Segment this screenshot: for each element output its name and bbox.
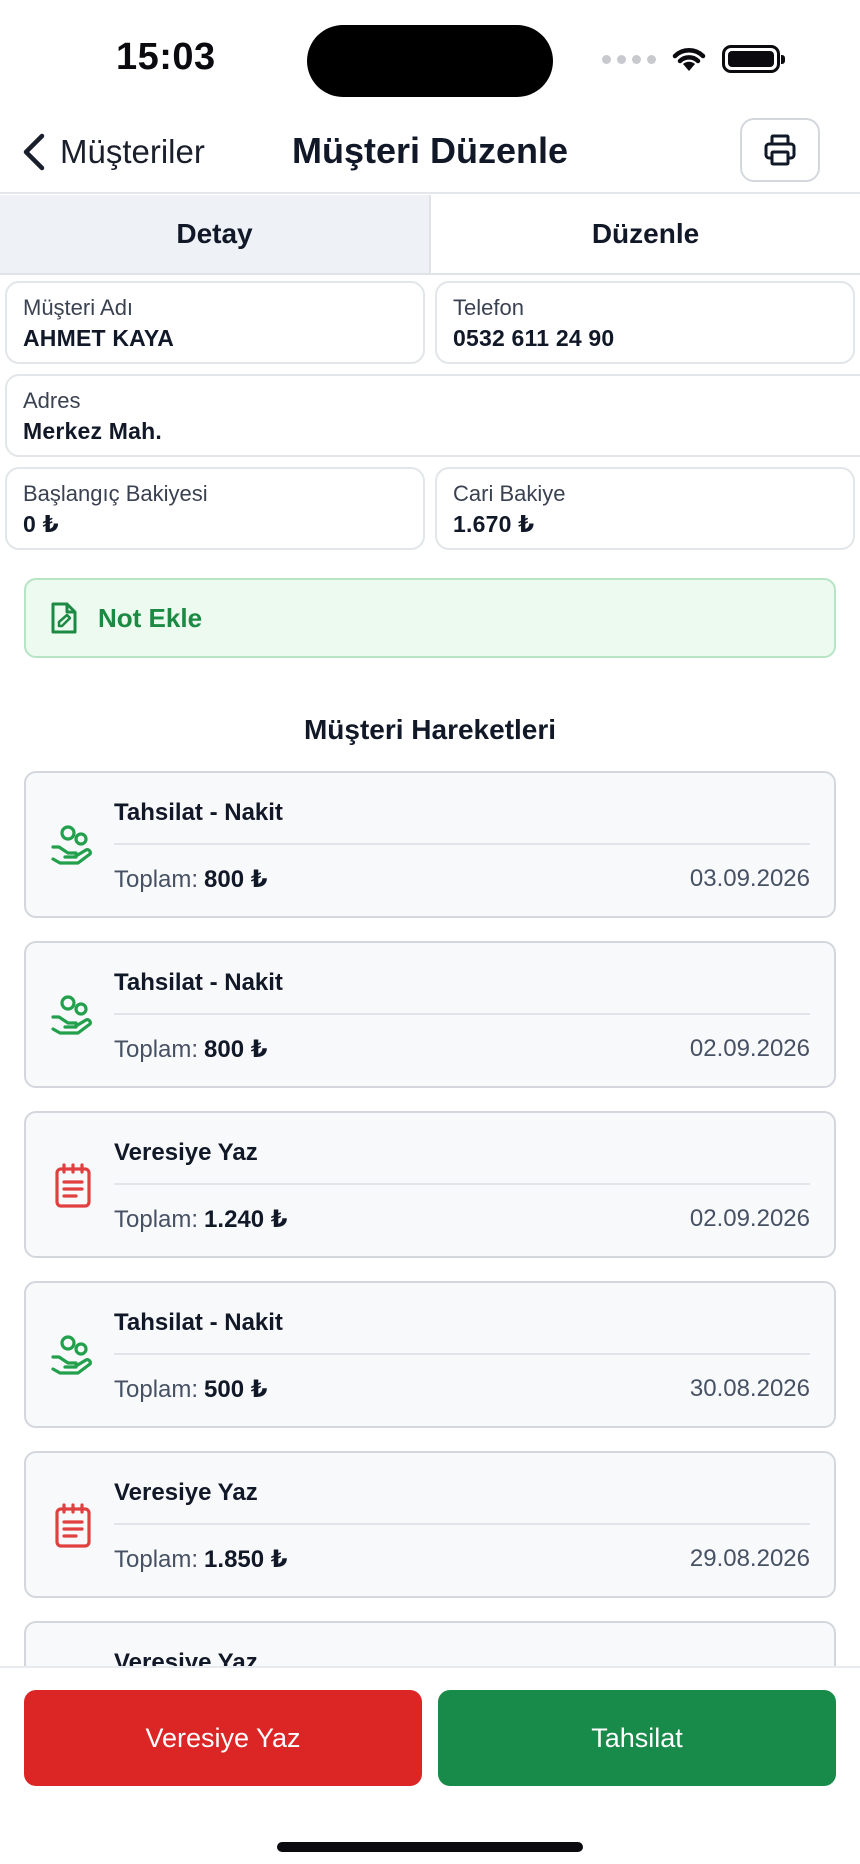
battery-icon — [722, 45, 785, 73]
add-credit-button[interactable]: Veresiye Yaz — [24, 1690, 422, 1786]
total-amount: 1.850 ₺ — [204, 1546, 288, 1573]
transaction-title: Veresiye Yaz — [114, 1649, 258, 1666]
phone-field: Telefon 0532 611 24 90 — [435, 281, 855, 364]
opening-balance-field: Başlangıç Bakiyesi 0 ₺ — [5, 467, 425, 550]
transaction-card[interactable]: Tahsilat - Nakit Toplam: 800 ₺ 02.09.2026 — [24, 941, 836, 1088]
total-label: Toplam: — [114, 866, 199, 893]
transaction-total: Toplam: 1.240 ₺ — [114, 1205, 287, 1234]
clipboard-list-icon — [50, 1503, 96, 1549]
transaction-card[interactable]: Tahsilat - Nakit Toplam: 800 ₺ 03.09.2026 — [24, 771, 836, 918]
transaction-date: 02.09.2026 — [689, 1205, 810, 1232]
total-amount: 800 ₺ — [204, 866, 268, 893]
total-amount: 800 ₺ — [204, 1036, 268, 1063]
total-label: Toplam: — [114, 1546, 199, 1573]
field-label: Müşteri Adı — [23, 295, 134, 320]
navigation-bar: Müşteriler Müşteri Düzenle — [0, 110, 860, 194]
add-note-button[interactable]: Not Ekle — [24, 578, 836, 658]
page-title: Müşteri Düzenle — [291, 130, 569, 171]
current-balance-value: 1.670 ₺ — [453, 511, 535, 537]
transaction-card[interactable]: Veresiye Yaz Toplam: 1.240 ₺ 02.09.2026 — [24, 1111, 836, 1258]
customer-name-value: AHMET KAYA — [23, 325, 175, 351]
divider — [114, 1013, 810, 1015]
transaction-card[interactable]: Veresiye Yaz — [24, 1621, 836, 1666]
payment-hand-icon — [50, 823, 96, 869]
transaction-date: 30.08.2026 — [689, 1375, 810, 1402]
divider — [114, 1353, 810, 1355]
transaction-card[interactable]: Veresiye Yaz Toplam: 1.850 ₺ 29.08.2026 — [24, 1451, 836, 1598]
field-label: Adres — [23, 388, 81, 413]
transaction-date: 02.09.2026 — [689, 1035, 810, 1062]
transaction-total: Toplam: 800 ₺ — [114, 865, 267, 894]
cellular-signal-icon — [602, 54, 656, 64]
transaction-title: Tahsilat - Nakit — [114, 799, 283, 826]
tab-detail[interactable]: Detay — [0, 195, 431, 273]
transaction-date: 29.08.2026 — [689, 1545, 810, 1572]
transaction-card[interactable]: Tahsilat - Nakit Toplam: 500 ₺ 30.08.2026 — [24, 1281, 836, 1428]
field-label: Telefon — [453, 295, 524, 320]
clipboard-list-icon — [50, 1163, 96, 1209]
transaction-total: Toplam: 1.850 ₺ — [114, 1545, 287, 1574]
transactions-title: Müşteri Hareketleri — [303, 714, 557, 745]
opening-balance-value: 0 ₺ — [23, 511, 59, 537]
total-label: Toplam: — [114, 1036, 199, 1063]
field-label: Cari Bakiye — [453, 481, 566, 506]
add-note-label: Not Ekle — [98, 602, 203, 633]
home-indicator[interactable] — [277, 1842, 583, 1852]
total-amount: 500 ₺ — [204, 1376, 268, 1403]
transaction-total: Toplam: 800 ₺ — [114, 1035, 267, 1064]
transaction-title: Veresiye Yaz — [114, 1479, 258, 1506]
divider — [114, 1523, 810, 1525]
transactions-list[interactable]: Tahsilat - Nakit Toplam: 800 ₺ 03.09.2026… — [24, 771, 836, 1666]
address-value: Merkez Mah. — [23, 418, 162, 444]
tab-bar: Detay Düzenle — [0, 195, 860, 275]
bottom-action-bar: Veresiye Yaz Tahsilat — [0, 1666, 860, 1864]
transaction-total: Toplam: 500 ₺ — [114, 1375, 267, 1404]
total-label: Toplam: — [114, 1376, 199, 1403]
tab-edit[interactable]: Düzenle — [431, 195, 860, 273]
printer-icon — [764, 134, 796, 166]
total-label: Toplam: — [114, 1206, 199, 1233]
customer-name-field: Müşteri Adı AHMET KAYA — [5, 281, 425, 364]
wifi-icon — [672, 48, 706, 71]
divider — [114, 843, 810, 845]
current-balance-field: Cari Bakiye 1.670 ₺ — [435, 467, 855, 550]
transaction-title: Tahsilat - Nakit — [114, 1309, 283, 1336]
payment-hand-icon — [50, 993, 96, 1039]
dynamic-island — [307, 25, 553, 97]
status-icons — [602, 44, 785, 74]
transaction-title: Veresiye Yaz — [114, 1139, 258, 1166]
divider — [114, 1183, 810, 1185]
address-field: Adres Merkez Mah. — [5, 374, 860, 457]
phone-value: 0532 611 24 90 — [453, 325, 615, 351]
note-edit-icon — [51, 602, 77, 634]
payment-hand-icon — [50, 1333, 96, 1379]
total-amount: 1.240 ₺ — [204, 1206, 288, 1233]
transaction-date: 03.09.2026 — [689, 865, 810, 892]
status-time: 15:03 — [116, 36, 216, 78]
status-bar: 15:03 — [0, 0, 860, 110]
transaction-title: Tahsilat - Nakit — [114, 969, 283, 996]
field-label: Başlangıç Bakiyesi — [23, 481, 208, 506]
collect-payment-button[interactable]: Tahsilat — [438, 1690, 836, 1786]
print-button[interactable] — [740, 118, 820, 182]
